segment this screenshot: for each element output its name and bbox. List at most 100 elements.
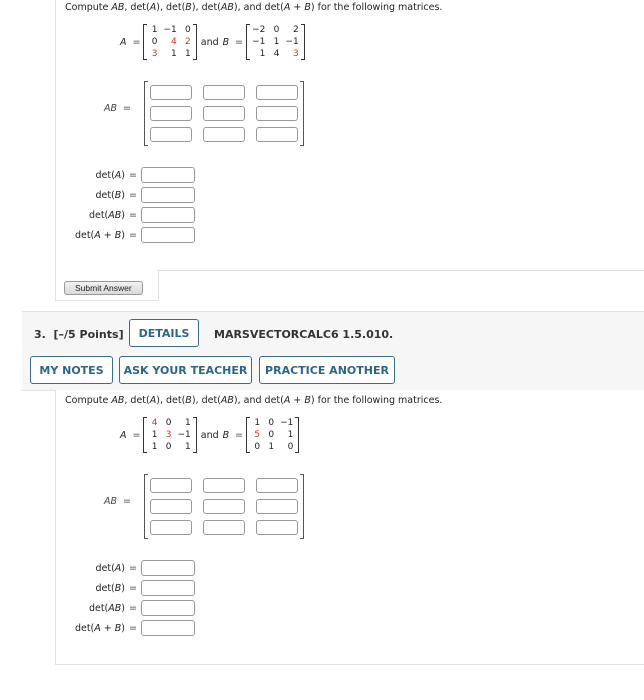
ab-entry-input-r2c3[interactable] (256, 499, 298, 514)
det-answer-input[interactable] (141, 207, 195, 223)
matrix-a: 4 0 1 1 3 −1 1 0 1 (143, 417, 198, 453)
equals-sign: = (129, 189, 137, 201)
det-row: det(A) = (55, 560, 195, 576)
ab-entry-input-r1c1[interactable] (150, 478, 192, 493)
matrix-cell: 0 (185, 25, 191, 35)
det-label: det(A) (95, 562, 125, 574)
ab-entry-input-r1c2[interactable] (203, 478, 245, 493)
matrix-cell: 0 (273, 25, 280, 35)
det-answer-input[interactable] (141, 560, 195, 576)
matrix-cell: 1 (273, 37, 280, 47)
q2-matrix-definitions: A = 1 −1 0 0 4 2 3 1 1 and B = −2 0 2 −1 1 −1 1 4 3 (120, 24, 305, 60)
matrix-a-label: A (120, 36, 127, 48)
and-text: and (200, 429, 219, 441)
submit-answer-button[interactable]: Submit Answer (64, 281, 143, 295)
det-answer-input[interactable] (141, 167, 195, 183)
det-label: det(B) (95, 582, 125, 594)
ab-label: AB = (104, 103, 131, 114)
ab-entry-input-r3c2[interactable] (203, 520, 245, 535)
ask-your-teacher-button[interactable]: ASK YOUR TEACHER (119, 356, 252, 384)
matrix-b-label: B (222, 429, 230, 441)
det-row: det(B) = (55, 580, 195, 596)
ab-entry-input-r3c3[interactable] (256, 520, 298, 535)
matrix-cell: 1 (151, 442, 158, 452)
matrix-cell: −1 (163, 25, 177, 35)
question-3-header: 3. [–/5 Points] DETAILS MARSVECTORCALC6 … (22, 311, 644, 391)
matrix-cell: 0 (254, 442, 261, 452)
equals-sign: = (129, 622, 137, 634)
ab-answer-matrix (144, 474, 304, 539)
question-points: 3. [–/5 Points] (34, 328, 124, 341)
det-row: det(A + B) = (55, 227, 195, 243)
practice-another-button[interactable]: PRACTICE ANOTHER (259, 356, 395, 384)
my-notes-label: MY NOTES (39, 363, 104, 377)
matrix-cell: 3 (151, 49, 158, 59)
details-button[interactable]: DETAILS (129, 319, 199, 347)
ab-entry-input-r2c3[interactable] (256, 106, 298, 121)
ab-entry-input-r1c2[interactable] (203, 85, 245, 100)
matrix-cell: 3 (292, 49, 299, 59)
matrix-b-label: B (222, 36, 230, 48)
matrix-cell: −1 (280, 418, 294, 428)
matrix-cell: 4 (171, 37, 177, 47)
det-answer-input[interactable] (141, 187, 195, 203)
matrix-cell: 4 (273, 49, 280, 59)
ab-entry-input-r3c1[interactable] (150, 520, 192, 535)
q3-matrix-definitions: A = 4 0 1 1 3 −1 1 0 1 and B = 1 0 −1 5 0 1 0 1 0 (120, 417, 300, 453)
equals-sign: = (129, 602, 137, 614)
det-row: det(B) = (55, 187, 195, 203)
and-text: and (200, 36, 219, 48)
det-answer-input[interactable] (141, 600, 195, 616)
det-answer-input[interactable] (141, 227, 195, 243)
question-3-prompt: Compute AB, det(A), det(B), det(AB), and… (65, 395, 443, 406)
det-row: det(AB) = (55, 207, 195, 223)
det-row: det(A + B) = (55, 620, 195, 636)
equals-sign: = (129, 229, 137, 241)
matrix-cell: 2 (185, 37, 191, 47)
ab-entry-input-r2c1[interactable] (150, 499, 192, 514)
question-2-divider (157, 270, 644, 271)
matrix-cell: 2 (292, 25, 299, 35)
det-answer-input[interactable] (141, 580, 195, 596)
matrix-cell: 1 (185, 49, 191, 59)
details-label: DETAILS (138, 326, 190, 340)
equals-sign: = (129, 169, 137, 181)
matrix-cell: 1 (151, 430, 158, 440)
ab-entry-input-r3c1[interactable] (150, 127, 192, 142)
matrix-cell: 1 (287, 430, 294, 440)
matrix-cell: 4 (151, 418, 158, 428)
matrix-b: −2 0 2 −1 1 −1 1 4 3 (246, 24, 305, 60)
ab-entry-input-r3c2[interactable] (203, 127, 245, 142)
question-2-prompt: Compute AB, det(A), det(B), det(AB), and… (65, 2, 443, 13)
det-answer-input[interactable] (141, 620, 195, 636)
det-label: det(AB) (88, 602, 125, 614)
matrix-cell: 0 (151, 37, 158, 47)
ab-entry-input-r1c3[interactable] (256, 478, 298, 493)
ab-entry-input-r2c1[interactable] (150, 106, 192, 121)
ab-entry-input-r1c1[interactable] (150, 85, 192, 100)
ab-answer-matrix (144, 81, 304, 146)
equals-sign: = (129, 562, 137, 574)
ab-entry-input-r2c2[interactable] (203, 499, 245, 514)
matrix-a-label: A (120, 429, 127, 441)
det-label: det(B) (95, 189, 125, 201)
my-notes-button[interactable]: MY NOTES (30, 356, 113, 384)
matrix-cell: −2 (252, 25, 266, 35)
matrix-cell: 0 (268, 430, 275, 440)
matrix-cell: 0 (287, 442, 294, 452)
det-label: det(A + B) (74, 622, 125, 634)
ab-entry-input-r1c3[interactable] (256, 85, 298, 100)
practice-another-label: PRACTICE ANOTHER (265, 363, 389, 377)
matrix-cell: 0 (165, 442, 172, 452)
equals-sign: = (129, 209, 137, 221)
matrix-cell: 0 (165, 418, 172, 428)
equals-sign: = (129, 582, 137, 594)
ab-entry-input-r3c3[interactable] (256, 127, 298, 142)
matrix-cell: 1 (259, 49, 266, 59)
ab-entry-input-r2c2[interactable] (203, 106, 245, 121)
matrix-cell: 1 (185, 418, 191, 428)
matrix-cell: 1 (268, 442, 275, 452)
matrix-cell: −1 (285, 37, 299, 47)
matrix-cell: 1 (185, 442, 191, 452)
det-label: det(AB) (88, 209, 125, 221)
